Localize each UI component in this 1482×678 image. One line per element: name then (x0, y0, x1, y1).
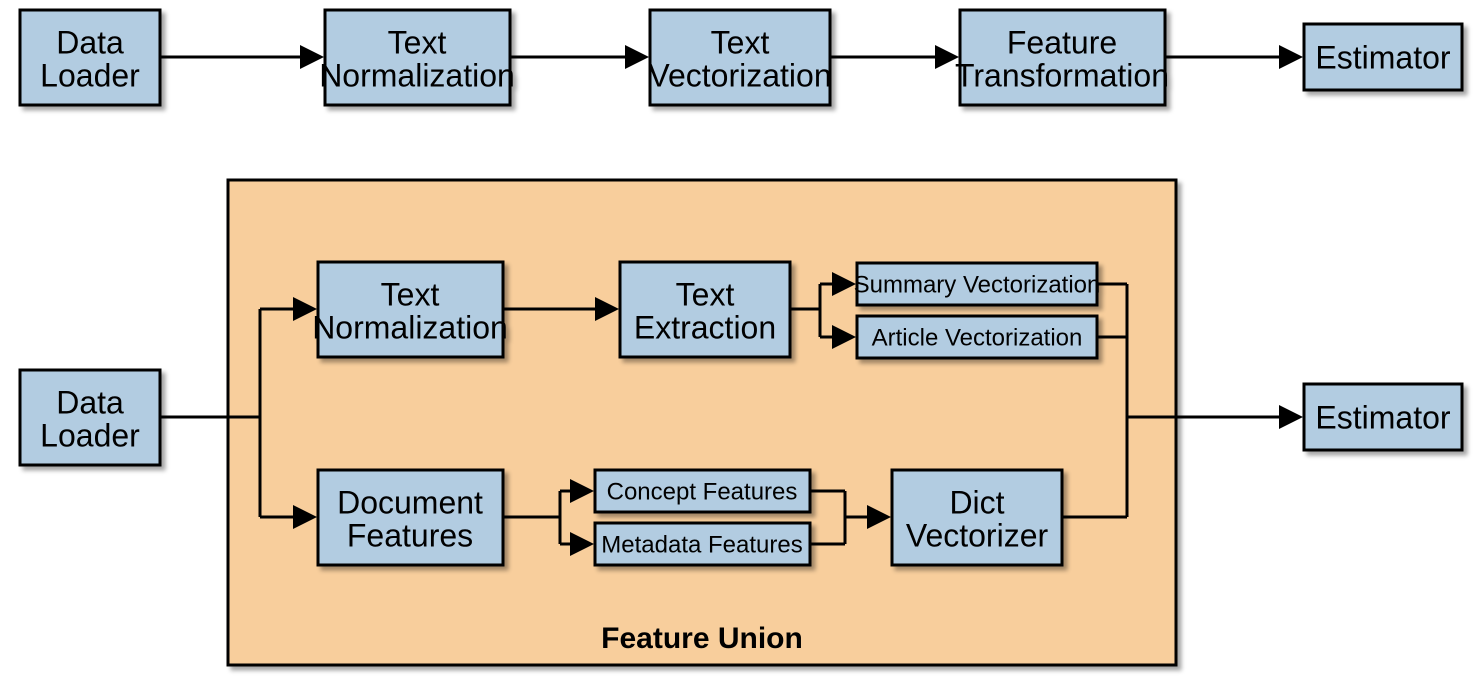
label-top-text-norm-2: Normalization (319, 57, 515, 93)
box-top-text-vectorization: Text Vectorization (648, 10, 831, 105)
label-bottom-article-vect: Article Vectorization (872, 324, 1083, 351)
label-top-feat-xform-2: Transformation (955, 57, 1169, 93)
label-top-feat-xform-1: Feature (1007, 24, 1117, 60)
label-bottom-summary-vect: Summary Vectorization (854, 271, 1101, 298)
label-feature-union-caption: Feature Union (601, 622, 803, 655)
box-top-data-loader: Data Loader (20, 10, 160, 105)
label-bottom-doc-feat-1: Document (337, 484, 483, 520)
label-bottom-data-loader-1: Data (56, 384, 124, 420)
box-bottom-data-loader: Data Loader (20, 370, 160, 465)
box-bottom-summary-vectorization: Summary Vectorization (854, 263, 1101, 305)
label-bottom-estimator: Estimator (1315, 399, 1450, 435)
label-top-text-norm-1: Text (388, 24, 447, 60)
label-top-estimator: Estimator (1315, 39, 1450, 75)
box-bottom-dict-vectorizer: Dict Vectorizer (892, 470, 1062, 565)
label-bottom-dict-vect-1: Dict (949, 484, 1004, 520)
box-bottom-estimator: Estimator (1304, 384, 1462, 450)
label-bottom-metadata-feat: Metadata Features (601, 531, 802, 558)
box-top-estimator: Estimator (1304, 24, 1462, 90)
box-feature-union-container (228, 180, 1176, 665)
box-bottom-document-features: Document Features (318, 470, 503, 565)
label-bottom-text-norm-2: Normalization (312, 309, 508, 345)
box-bottom-text-normalization: Text Normalization (312, 262, 508, 357)
label-bottom-text-extract-1: Text (676, 276, 735, 312)
label-bottom-dict-vect-2: Vectorizer (906, 517, 1049, 553)
label-bottom-data-loader-2: Loader (40, 417, 140, 453)
box-bottom-concept-features: Concept Features (595, 470, 810, 512)
label-top-text-vect-2: Vectorization (648, 57, 831, 93)
label-top-data-loader-2: Loader (40, 57, 140, 93)
label-bottom-text-extract-2: Extraction (634, 309, 776, 345)
box-bottom-article-vectorization: Article Vectorization (857, 316, 1097, 358)
box-top-text-normalization: Text Normalization (319, 10, 515, 105)
pipeline-diagram: Data Loader Text Normalization Text Vect… (0, 0, 1482, 678)
label-top-text-vect-1: Text (711, 24, 770, 60)
label-bottom-doc-feat-2: Features (347, 517, 473, 553)
box-top-feature-transformation: Feature Transformation (955, 10, 1169, 105)
label-bottom-concept-feat: Concept Features (607, 478, 798, 505)
label-bottom-text-norm-1: Text (381, 276, 440, 312)
label-top-data-loader-1: Data (56, 24, 124, 60)
box-bottom-text-extraction: Text Extraction (620, 262, 790, 357)
box-bottom-metadata-features: Metadata Features (595, 523, 810, 565)
